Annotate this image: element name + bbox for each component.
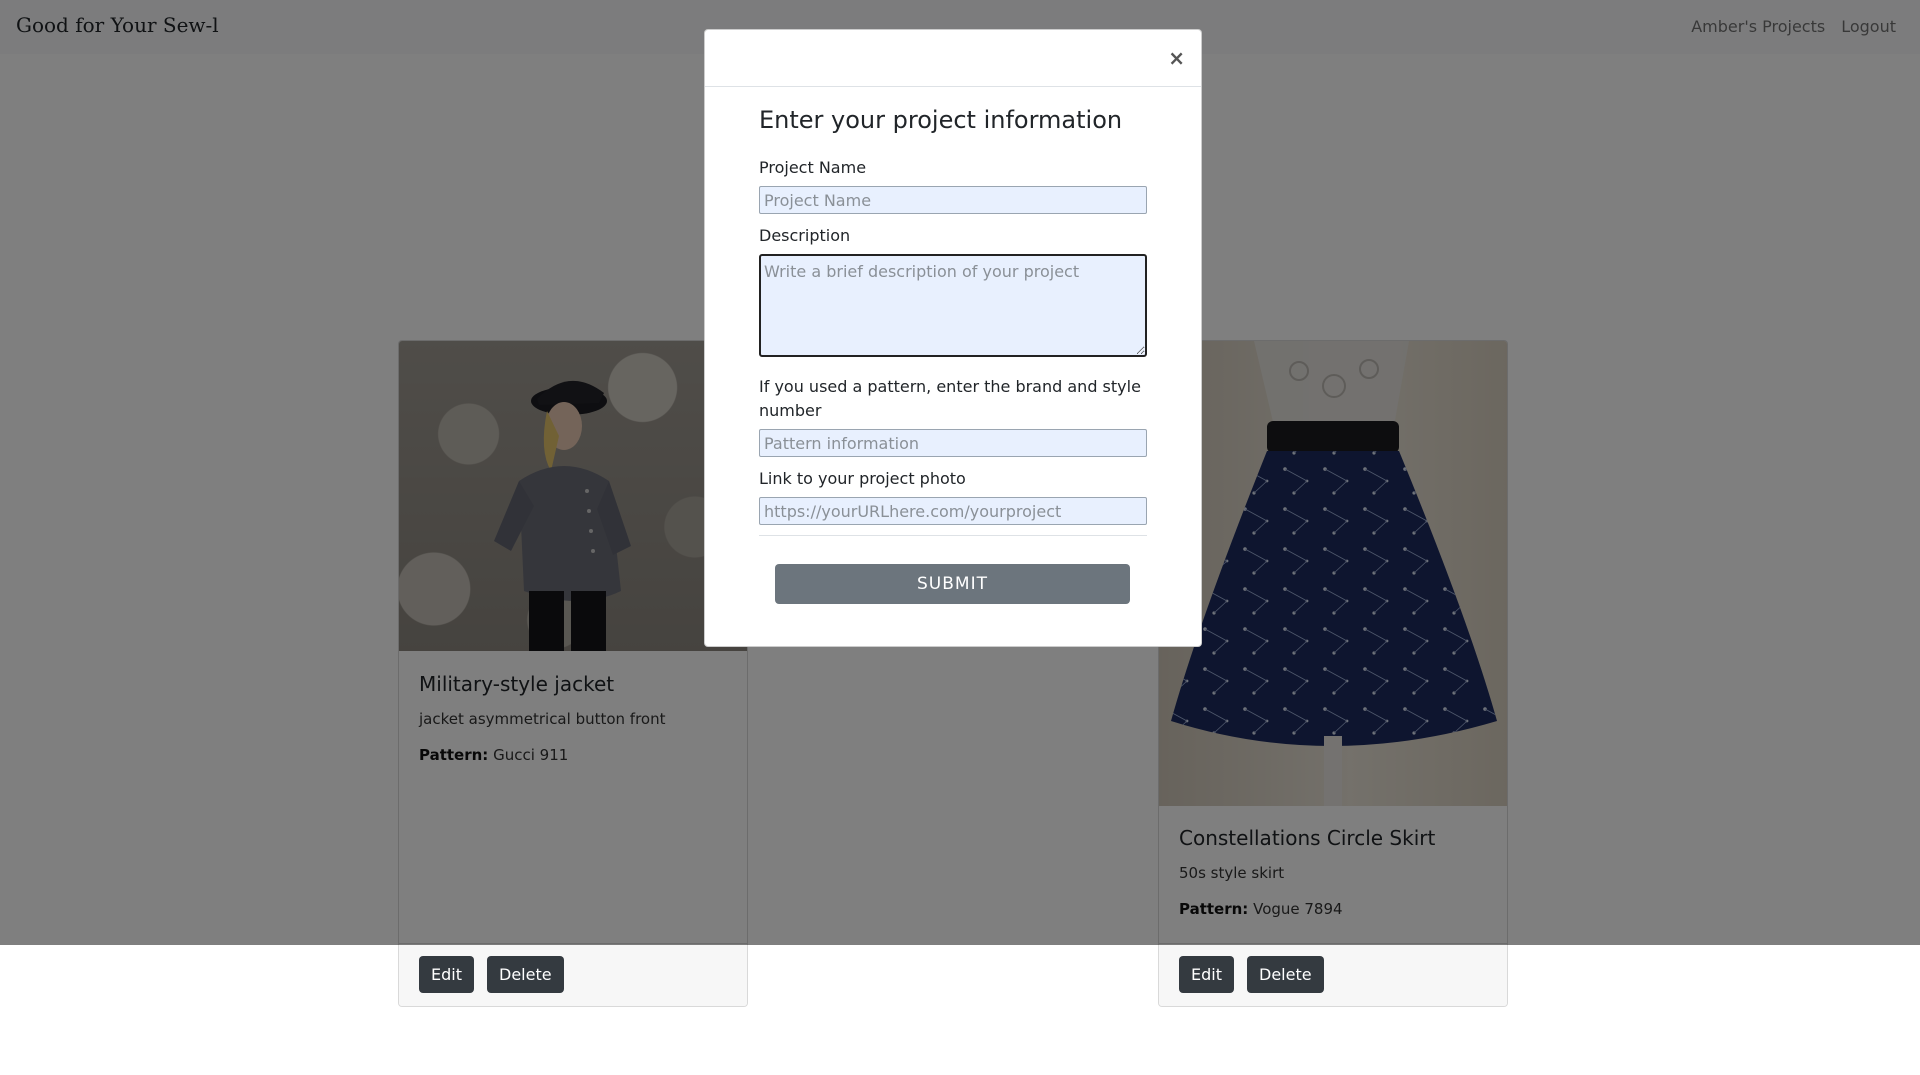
- modal-header: ×: [705, 30, 1201, 87]
- card-footer: Edit Delete: [399, 943, 747, 1006]
- delete-button[interactable]: Delete: [487, 956, 564, 993]
- form-divider: [759, 535, 1147, 536]
- delete-button[interactable]: Delete: [1247, 956, 1324, 993]
- project-form-modal: × Enter your project information Project…: [704, 29, 1202, 647]
- edit-button[interactable]: Edit: [419, 956, 474, 993]
- project-form: Enter your project information Project N…: [759, 106, 1147, 604]
- description-label: Description: [759, 226, 851, 245]
- description-textarea[interactable]: [759, 254, 1147, 357]
- photo-link-input[interactable]: [759, 497, 1147, 525]
- close-icon[interactable]: ×: [1168, 48, 1185, 68]
- project-name-label: Project Name: [759, 158, 867, 177]
- pattern-info-label: If you used a pattern, enter the brand a…: [759, 377, 1141, 420]
- project-name-input[interactable]: [759, 186, 1147, 214]
- card-footer: Edit Delete: [1159, 943, 1507, 1006]
- edit-button[interactable]: Edit: [1179, 956, 1234, 993]
- modal-title: Enter your project information: [759, 106, 1123, 134]
- submit-button[interactable]: SUBMIT: [775, 564, 1130, 604]
- photo-link-label: Link to your project photo: [759, 469, 966, 488]
- pattern-info-input[interactable]: [759, 429, 1147, 457]
